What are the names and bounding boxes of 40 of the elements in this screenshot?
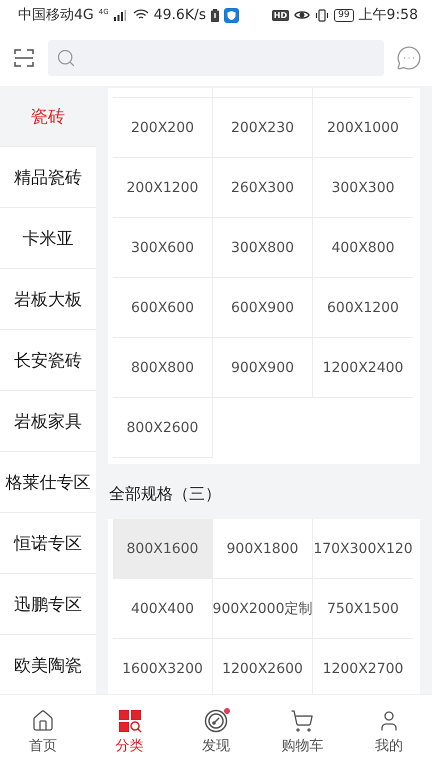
size-option[interactable]: 900X1800: [213, 519, 313, 579]
search-icon: [56, 48, 76, 68]
network-speed: 49.6K/s: [154, 7, 206, 23]
size-option[interactable]: 800X1600: [113, 519, 213, 579]
signal-icon: [114, 10, 128, 20]
size-option[interactable]: 200X230: [213, 98, 313, 158]
battery-alert-icon: [211, 8, 220, 22]
size-option[interactable]: 200X200: [113, 98, 213, 158]
size-option[interactable]: 900X2000定制: [213, 579, 313, 639]
tab-item[interactable]: 分类: [86, 695, 173, 768]
tab-item[interactable]: 发现: [172, 695, 260, 768]
eye-icon: [294, 9, 310, 21]
cart-icon: [290, 708, 314, 732]
tab-item[interactable]: 首页: [0, 695, 86, 768]
search-field[interactable]: [48, 40, 384, 76]
tab-item[interactable]: 购物车: [259, 695, 346, 768]
size-option[interactable]: 300X800: [213, 218, 313, 278]
message-icon[interactable]: [396, 45, 422, 71]
size-option[interactable]: 600X600: [113, 278, 213, 338]
size-option[interactable]: 900X900: [213, 338, 313, 398]
sidebar-item[interactable]: 瓷砖: [0, 86, 96, 147]
size-option[interactable]: 600X900: [213, 278, 313, 338]
shield-app-icon: [224, 8, 240, 22]
home-icon: [31, 708, 56, 732]
carrier-name: 中国移动4G: [18, 6, 94, 24]
size-option[interactable]: 800X800: [113, 338, 213, 398]
battery-level: 99: [334, 8, 354, 22]
size-option[interactable]: 200X1200: [113, 158, 213, 218]
size-option[interactable]: 400X400: [113, 579, 213, 639]
wifi-icon: [132, 9, 149, 21]
compass-icon: [204, 708, 228, 732]
size-option[interactable]: 260X300: [213, 158, 313, 218]
hd-badge: HD: [272, 10, 290, 20]
category-icon: [118, 708, 142, 732]
tab-item[interactable]: 我的: [346, 695, 432, 768]
vibrate-icon: [315, 8, 330, 22]
size-option[interactable]: 300X600: [113, 218, 213, 278]
clock-time: 上午9:58: [358, 6, 418, 24]
size-option[interactable]: 800X2600: [113, 398, 213, 458]
section-title: 全部规格（三）: [108, 483, 222, 505]
